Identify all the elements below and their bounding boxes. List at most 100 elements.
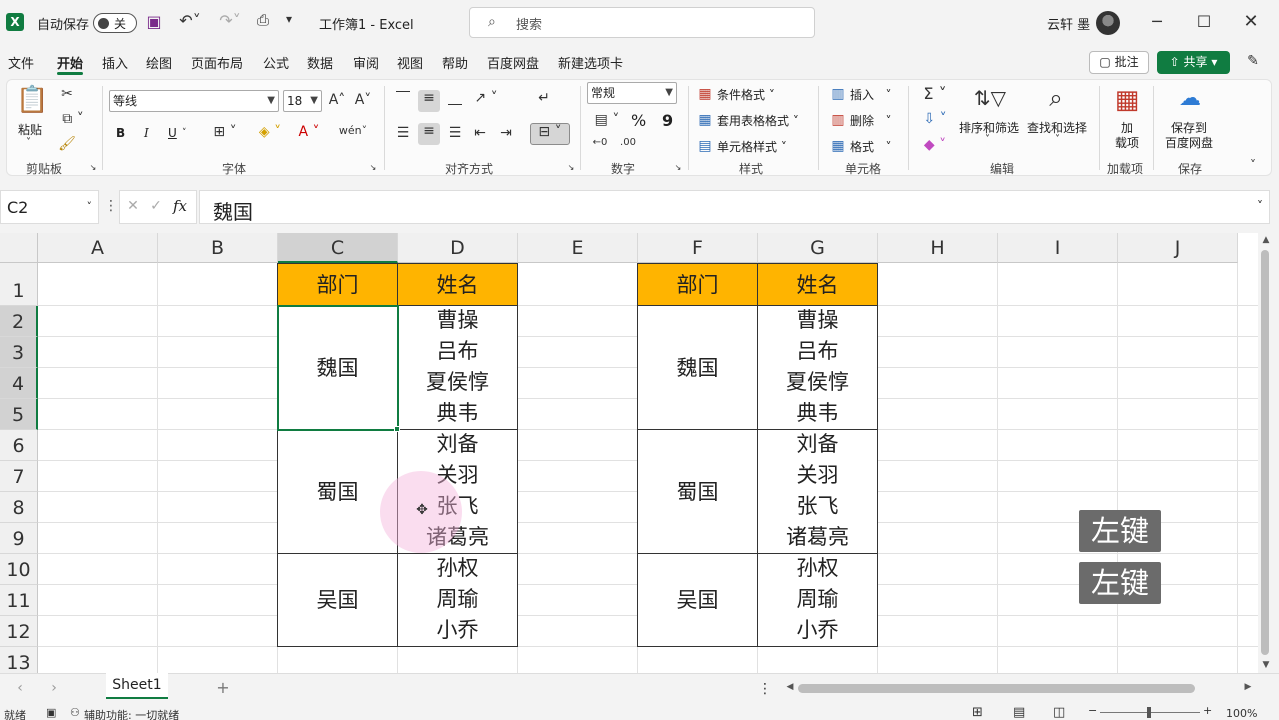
save-icon[interactable]: ▣	[145, 12, 163, 31]
delete-cells-button[interactable]: 删除 ˅	[850, 112, 891, 129]
avatar[interactable]	[1096, 11, 1120, 35]
paste-icon[interactable]: 📋	[16, 85, 48, 115]
zoom-slider-thumb[interactable]	[1147, 707, 1151, 718]
header-cell-name[interactable]: 姓名	[757, 263, 878, 306]
font-launcher-icon[interactable]: ↘	[368, 163, 378, 172]
column-header-g[interactable]: G	[758, 233, 878, 263]
delete-cells-icon[interactable]: ▥	[830, 112, 846, 128]
underline-dropdown-icon[interactable]: ˅	[182, 128, 187, 138]
font-size-select[interactable]: 18 ▼	[283, 90, 322, 112]
name-cell[interactable]: 吕布	[758, 336, 877, 367]
insert-function-button[interactable]: fx	[173, 197, 187, 215]
comment-button[interactable]: ▢ 批注	[1089, 51, 1149, 74]
name-cell[interactable]: 夏侯惇	[398, 367, 517, 398]
cancel-icon[interactable]: ✕	[124, 198, 142, 214]
decrease-decimal-icon[interactable]: .00	[618, 137, 638, 148]
name-cell[interactable]: 周瑜	[758, 584, 877, 615]
increase-decimal-icon[interactable]: ←0	[590, 137, 610, 148]
autosum-icon[interactable]: Σ ˅	[918, 84, 952, 103]
row-header-4[interactable]: 4	[0, 368, 38, 399]
dept-cell[interactable]: 吴国	[277, 553, 398, 647]
name-box[interactable]: C2 ˅	[0, 190, 99, 224]
tab-new[interactable]: 新建选项卡	[558, 53, 623, 72]
increase-indent-icon[interactable]: ⇥	[496, 125, 516, 141]
conditional-format-button[interactable]: 条件格式 ˅	[717, 86, 775, 103]
wrap-text-icon[interactable]: ↵	[533, 90, 555, 106]
header-cell-name[interactable]: 姓名	[397, 263, 518, 306]
user-name[interactable]: 云轩 墨	[1047, 14, 1090, 33]
fill-handle[interactable]	[394, 426, 400, 432]
undo-icon[interactable]: ↶˅	[173, 11, 207, 30]
fill-color-icon[interactable]: ◈ ˅	[253, 124, 287, 140]
row-header-11[interactable]: 11	[0, 585, 38, 616]
scroll-up-icon[interactable]: ▲	[1261, 235, 1271, 245]
normal-view-icon[interactable]: ⊞	[972, 705, 983, 720]
search-input[interactable]: ⌕ 搜索	[469, 7, 815, 38]
minimize-icon[interactable]: ─	[1142, 12, 1172, 31]
underline-button[interactable]: U	[168, 126, 177, 140]
merge-center-icon[interactable]: ⊟ ˅	[530, 123, 570, 145]
increase-font-icon[interactable]: A˄	[327, 92, 347, 108]
print-preview-icon[interactable]: ⎙	[252, 11, 274, 29]
share-button[interactable]: ⇧ 共享 ▾	[1157, 51, 1230, 74]
find-select-dropdown-icon[interactable]: ˅	[1055, 134, 1060, 145]
format-painter-icon[interactable]: 🖌	[58, 136, 76, 152]
accounting-format-icon[interactable]: ▤ ˅	[590, 112, 624, 128]
paste-label[interactable]: 粘贴	[18, 121, 42, 138]
dept-cell[interactable]: 蜀国	[637, 429, 758, 554]
prev-sheet-icon[interactable]: ‹	[13, 680, 27, 696]
next-sheet-icon[interactable]: ›	[47, 680, 61, 696]
vertical-scroll-thumb[interactable]	[1261, 250, 1269, 655]
name-cell[interactable]: 关羽	[758, 460, 877, 491]
row-header-13[interactable]: 13	[0, 647, 38, 673]
cell-styles-button[interactable]: 单元格样式 ˅	[717, 138, 787, 155]
name-cell[interactable]: 孙权	[758, 553, 877, 584]
column-header-h[interactable]: H	[878, 233, 998, 263]
zoom-level[interactable]: 100%	[1226, 707, 1257, 720]
addins-label-line2[interactable]: 载项	[1115, 134, 1139, 151]
page-layout-view-icon[interactable]: ▤	[1013, 705, 1025, 720]
italic-button[interactable]: I	[144, 126, 149, 140]
name-cell[interactable]: 张飞	[758, 491, 877, 522]
cut-icon[interactable]: ✂	[58, 86, 76, 102]
name-cell[interactable]: 典韦	[398, 398, 517, 429]
row-header-1[interactable]: 1	[0, 263, 38, 306]
customize-toolbar-icon[interactable]: ▾	[280, 12, 298, 26]
dept-cell[interactable]: 吴国	[637, 553, 758, 647]
enter-icon[interactable]: ✓	[147, 198, 165, 214]
tab-data[interactable]: 数据	[307, 53, 333, 72]
alignment-launcher-icon[interactable]: ↘	[566, 163, 576, 172]
comma-button[interactable]: 9	[662, 111, 673, 130]
name-cell[interactable]: 曹操	[758, 305, 877, 336]
row-header-3[interactable]: 3	[0, 337, 38, 368]
column-header-i[interactable]: I	[998, 233, 1118, 263]
name-cell[interactable]: 曹操	[398, 305, 517, 336]
column-header-j[interactable]: J	[1118, 233, 1238, 263]
row-header-12[interactable]: 12	[0, 616, 38, 647]
name-cell[interactable]: 吕布	[398, 336, 517, 367]
font-color-icon[interactable]: A ˅	[292, 124, 326, 140]
expand-formula-icon[interactable]: ˅	[1257, 199, 1263, 213]
name-cell[interactable]: 小乔	[398, 615, 517, 646]
scroll-down-icon[interactable]: ▼	[1261, 660, 1271, 670]
percent-button[interactable]: %	[631, 111, 646, 130]
tab-view[interactable]: 视图	[397, 53, 423, 72]
insert-cells-icon[interactable]: ▥	[830, 86, 846, 102]
number-format-select[interactable]: 常规 ▼	[587, 82, 677, 104]
orientation-icon[interactable]: ↗ ˅	[470, 90, 502, 106]
name-cell[interactable]: 夏侯惇	[758, 367, 877, 398]
copilot-icon[interactable]: ✎	[1243, 53, 1263, 69]
clipboard-launcher-icon[interactable]: ↘	[88, 163, 98, 172]
select-all-button[interactable]	[0, 233, 38, 263]
column-header-d[interactable]: D	[398, 233, 518, 263]
find-select-icon[interactable]: ⌕	[1038, 84, 1074, 112]
save-baidu-line2[interactable]: 百度网盘	[1165, 134, 1213, 151]
maximize-icon[interactable]: ☐	[1189, 12, 1219, 31]
name-cell[interactable]: 小乔	[758, 615, 877, 646]
sheet-tab-sheet1[interactable]: Sheet1	[106, 673, 168, 699]
dept-cell[interactable]: 蜀国	[277, 429, 398, 554]
row-header-2[interactable]: 2	[0, 306, 38, 337]
column-header-f[interactable]: F	[638, 233, 758, 263]
bold-button[interactable]: B	[116, 126, 125, 140]
format-cells-icon[interactable]: ▦	[830, 138, 846, 154]
